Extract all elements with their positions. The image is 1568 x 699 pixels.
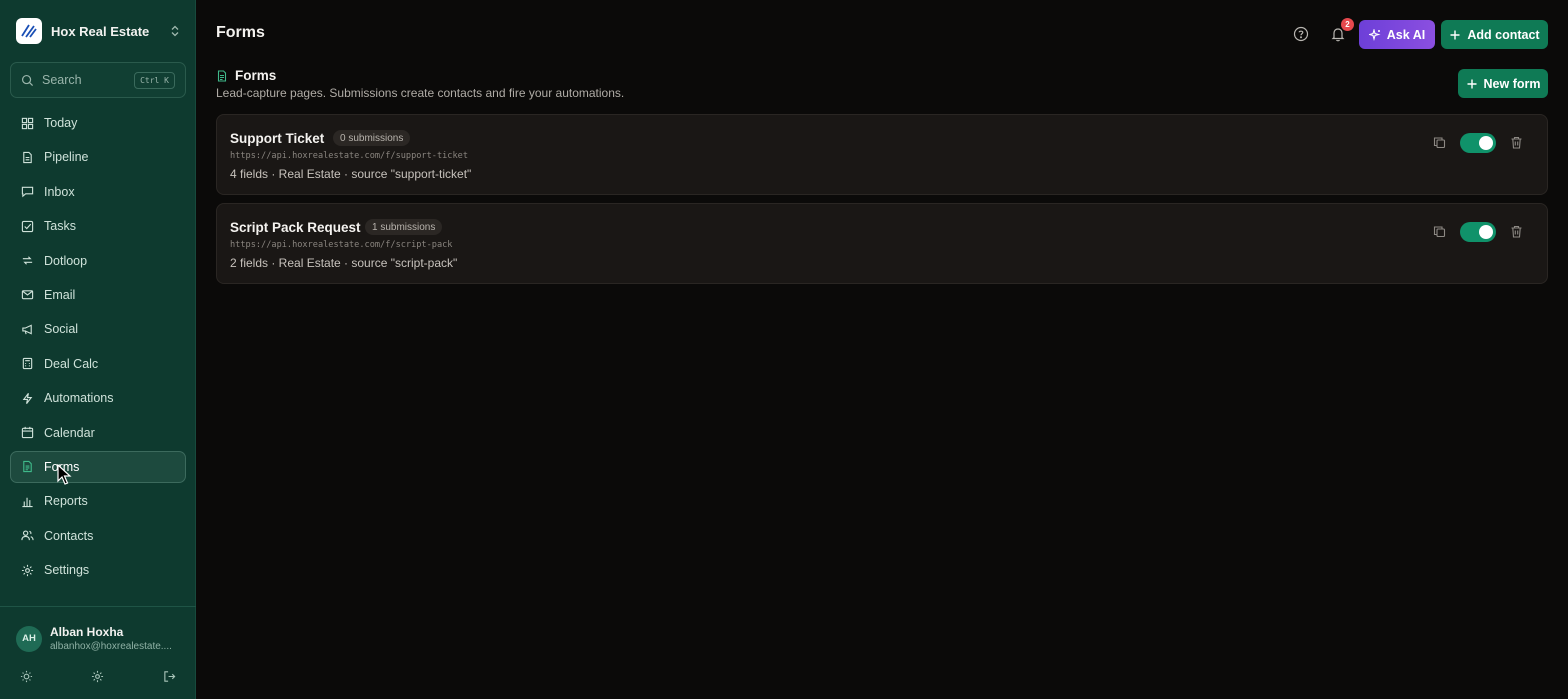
sidebar-item-calendar[interactable]: Calendar <box>10 417 186 449</box>
gear-icon <box>21 564 34 576</box>
sidebar-item-automations[interactable]: Automations <box>10 382 186 414</box>
sidebar-item-label: Deal Calc <box>44 356 99 371</box>
trash-icon[interactable] <box>1510 136 1523 149</box>
sidebar-item-label: Reports <box>44 494 88 509</box>
calendar-icon <box>21 426 34 439</box>
form-name: Support Ticket <box>230 131 325 146</box>
search-input[interactable]: Search Ctrl K <box>10 62 186 98</box>
search-placeholder: Search <box>42 73 82 87</box>
toggle-knob <box>1479 225 1493 239</box>
sidebar-item-label: Email <box>44 287 76 302</box>
form-card[interactable]: Script Pack Request 1 submissions https:… <box>216 203 1548 284</box>
form-meta: 4 fields · Real Estate · source "support… <box>230 167 472 181</box>
sidebar-item-deal-calc[interactable]: Deal Calc <box>10 348 186 380</box>
sidebar-item-label: Tasks <box>44 219 76 234</box>
section-description: Lead-capture pages. Submissions create c… <box>216 86 625 100</box>
brand-name: Hox Real Estate <box>51 23 150 39</box>
bolt-icon <box>22 392 33 404</box>
sidebar-item-label: Today <box>44 116 78 130</box>
sidebar-item-label: Pipeline <box>44 150 89 165</box>
new-form-label: New form <box>1483 76 1541 91</box>
search-shortcut: Ctrl K <box>134 71 175 89</box>
brand-logo <box>16 18 42 44</box>
megaphone-icon <box>22 324 32 335</box>
sparkle-icon <box>1368 28 1381 41</box>
ask-ai-button[interactable]: Ask AI <box>1359 20 1435 49</box>
plus-icon <box>1467 79 1477 88</box>
sidebar-item-contacts[interactable]: Contacts <box>10 520 186 552</box>
avatar: AH <box>16 625 42 652</box>
mail-icon <box>21 290 34 300</box>
form-enabled-toggle[interactable] <box>1460 133 1496 153</box>
sidebar-item-settings[interactable]: Settings <box>10 554 186 586</box>
form-actions <box>1433 133 1529 153</box>
form-name: Script Pack Request <box>230 220 361 235</box>
form-actions <box>1433 222 1529 242</box>
plus-icon <box>1450 30 1460 39</box>
form-url: https://api.hoxrealestate.com/f/support-… <box>230 151 468 161</box>
copy-icon[interactable] <box>1433 136 1446 149</box>
sidebar-item-label: Dotloop <box>44 253 88 268</box>
sidebar-item-reports[interactable]: Reports <box>10 485 186 517</box>
search-icon <box>21 74 34 86</box>
chevron-up-down-icon <box>171 25 179 37</box>
form-card[interactable]: Support Ticket 0 submissions https://api… <box>216 114 1548 195</box>
notification-badge: 2 <box>1341 18 1354 31</box>
page-title: Forms <box>216 24 265 41</box>
workspace-switcher[interactable]: Hox Real Estate <box>16 18 182 44</box>
add-contact-label: Add contact <box>1467 27 1540 42</box>
section-title: Forms <box>235 68 277 83</box>
form-icon <box>217 69 227 82</box>
submissions-badge: 0 submissions <box>333 130 411 146</box>
loop-icon <box>22 256 33 265</box>
trash-icon[interactable] <box>1510 225 1523 238</box>
logout-icon[interactable] <box>163 670 176 683</box>
users-icon <box>21 530 34 541</box>
checkbox-icon <box>21 220 34 232</box>
sidebar-item-label: Calendar <box>44 425 95 440</box>
new-form-button[interactable]: New form <box>1458 69 1548 98</box>
sidebar-item-label: Contacts <box>44 528 94 543</box>
form-enabled-toggle[interactable] <box>1460 222 1496 242</box>
form-icon <box>23 461 32 473</box>
grid-icon <box>21 117 34 129</box>
section-header: Forms <box>216 68 276 83</box>
user-name: Alban Hoxha <box>50 625 124 639</box>
sidebar-item-forms[interactable]: Forms <box>10 450 186 483</box>
form-meta: 2 fields · Real Estate · source "script-… <box>230 256 458 270</box>
theme-toggle-sun-icon[interactable] <box>20 670 33 683</box>
copy-icon[interactable] <box>1433 225 1446 238</box>
sidebar-footer <box>0 668 196 684</box>
form-url: https://api.hoxrealestate.com/f/script-p… <box>230 240 453 250</box>
calculator-icon <box>22 358 33 370</box>
mouse-cursor-icon <box>57 464 72 485</box>
sidebar-item-social[interactable]: Social <box>10 313 186 345</box>
toggle-knob <box>1479 136 1493 150</box>
sidebar-item-today[interactable]: Today <box>10 107 186 139</box>
help-icon[interactable] <box>1293 26 1309 42</box>
sidebar-item-label: Social <box>44 322 79 337</box>
user-profile[interactable]: AH Alban Hoxha albanhox@hoxrealestate...… <box>16 625 178 652</box>
sidebar-item-inbox[interactable]: Inbox <box>10 176 186 208</box>
message-icon <box>21 187 34 198</box>
user-email: albanhox@hoxrealestate.... <box>50 641 172 652</box>
settings-gear-icon[interactable] <box>91 670 104 683</box>
add-contact-button[interactable]: Add contact <box>1441 20 1548 49</box>
sidebar-nav: Today Pipeline Inbox Tasks Dotloop Email… <box>10 107 186 588</box>
sidebar-item-label: Inbox <box>44 184 75 199</box>
sidebar-item-dotloop[interactable]: Dotloop <box>10 245 186 277</box>
sidebar: Hox Real Estate Search Ctrl K Today Pipe… <box>0 0 196 699</box>
sidebar-item-tasks[interactable]: Tasks <box>10 210 186 242</box>
sidebar-item-pipeline[interactable]: Pipeline <box>10 141 186 173</box>
sidebar-item-email[interactable]: Email <box>10 279 186 311</box>
ask-ai-label: Ask AI <box>1386 27 1426 42</box>
bar-chart-icon <box>22 497 33 507</box>
sidebar-item-label: Automations <box>44 391 114 406</box>
sidebar-divider <box>0 606 196 607</box>
sidebar-item-label: Settings <box>44 563 90 578</box>
submissions-badge: 1 submissions <box>365 219 443 235</box>
document-icon <box>23 151 32 164</box>
